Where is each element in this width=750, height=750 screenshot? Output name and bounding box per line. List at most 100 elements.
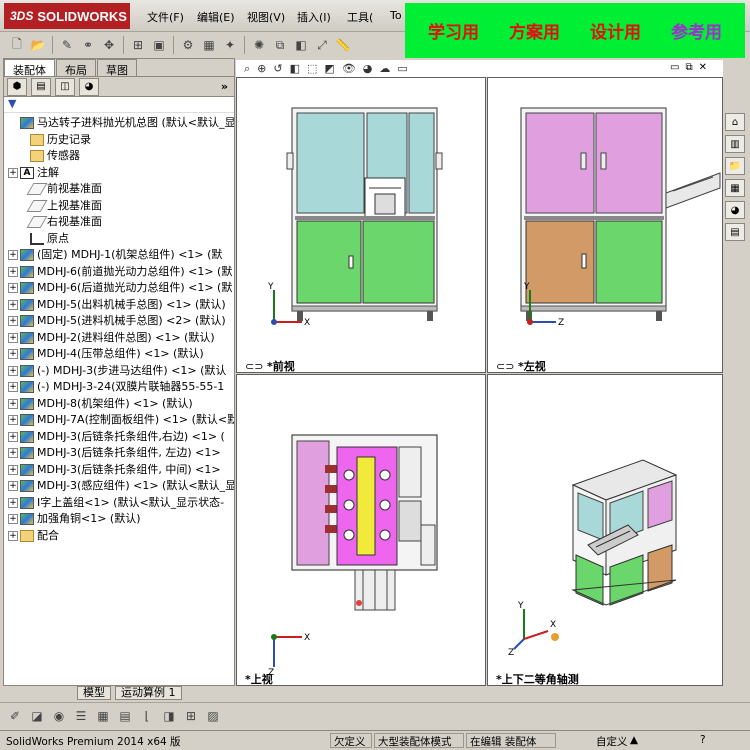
solidworks-logo[interactable]: 3DS SOLIDWORKS [4,3,130,29]
expand-toggle-icon[interactable]: + [8,266,18,277]
expand-toggle-icon[interactable]: + [8,349,18,360]
tree-item[interactable]: + A 注解 [4,165,234,182]
custom-properties-icon[interactable]: ▤ [725,223,745,241]
previous-view-icon[interactable]: ↺ [273,62,282,75]
new-document-icon[interactable]: 🗋 [8,36,26,54]
tree-item[interactable]: 右视基准面 [4,214,234,231]
open-folder-icon[interactable]: 📂 [29,36,47,54]
minimize-icon[interactable]: ▭ [670,62,679,73]
tree-item[interactable]: + I字上盖组<1> (默认<默认_显示状态- [4,495,234,512]
viewport-top[interactable]: X Z *上视 [236,374,486,686]
tab-sketch[interactable]: 草图 [97,59,137,77]
expand-toggle-icon[interactable]: + [8,283,18,294]
design-library-icon[interactable]: ▥ [725,135,745,153]
tree-item[interactable]: + MDHJ-6(后道抛光动力总组件) <1> (默 [4,280,234,297]
shaded-icon[interactable]: ◨ [160,707,178,725]
tree-item[interactable]: + MDHJ-3(感应组件) <1> (默认<默认_显 [4,478,234,495]
tree-item[interactable]: + MDHJ-3(后链条托条组件,右边) <1> ( [4,429,234,446]
tree-item[interactable]: 前视基准面 [4,181,234,198]
expand-toggle-icon[interactable]: + [8,448,18,459]
viewport-isometric[interactable]: Y X Z *上下二等角轴测 [487,374,723,686]
expand-toggle-icon[interactable]: + [8,497,18,508]
insert-component-icon[interactable]: ⊞ [129,36,147,54]
menu-toolbox[interactable]: To [390,9,402,22]
menu-file[interactable]: 文件(F) [147,9,184,25]
solidworks-resources-icon[interactable]: ⌂ [725,113,745,131]
sketch-icon[interactable]: ⌊ [138,707,156,725]
view-orientation-icon[interactable]: ⬚ [307,62,317,75]
tab-assembly[interactable]: 装配体 [4,59,55,77]
collapse-panel-icon[interactable]: » [221,80,228,93]
tree-item[interactable]: 传感器 [4,148,234,165]
tree-item[interactable]: + MDHJ-4(压带总组件) <1> (默认) [4,346,234,363]
display-icon[interactable]: ◪ [28,707,46,725]
hide-show-items-icon[interactable]: 👁 [342,62,356,75]
assembly-features-icon[interactable]: ▦ [200,36,218,54]
expand-toggle-icon[interactable]: + [8,481,18,492]
tree-item[interactable]: + (-) MDHJ-3-24(双膜片联轴器55-55-1 [4,379,234,396]
menu-view[interactable]: 视图(V) [247,9,285,25]
smart-fastener-icon[interactable]: ⚙ [179,36,197,54]
close-icon[interactable]: ✕ [699,62,707,73]
expand-toggle-icon[interactable]: + [8,167,18,178]
tree-item[interactable]: + (-) MDHJ-3(步进马达组件) <1> (默认 [4,363,234,380]
expand-toggle-icon[interactable]: + [8,332,18,343]
tab-motion-study[interactable]: 运动算例 1 [115,686,182,700]
expand-toggle-icon[interactable]: + [8,530,18,541]
move-component-icon[interactable]: ✥ [100,36,118,54]
pencil-icon[interactable]: ✎ [58,36,76,54]
tree-item[interactable]: + MDHJ-5(进料机械手总图) <2> (默认) [4,313,234,330]
grid-icon[interactable]: ▦ [94,707,112,725]
mate-icon[interactable]: ⚭ [79,36,97,54]
render-icon[interactable]: ▨ [204,707,222,725]
tree-item[interactable]: 上视基准面 [4,198,234,215]
properties-icon[interactable]: ▤ [116,707,134,725]
tree-item[interactable]: + (固定) MDHJ-1(机架总组件) <1> (默 [4,247,234,264]
instant3d-icon[interactable]: ⤢ [313,36,331,54]
tree-item[interactable]: 原点 [4,231,234,248]
interference-icon[interactable]: ⧉ [271,36,289,54]
tree-item[interactable]: + 配合 [4,528,234,545]
edit-appearance-icon[interactable]: ◕ [363,62,373,75]
menu-tools[interactable]: 工具( [347,9,373,25]
expand-toggle-icon[interactable]: + [8,464,18,475]
expand-toggle-icon[interactable]: + [8,514,18,525]
explode-view-icon[interactable]: ✺ [250,36,268,54]
tree-item[interactable]: + MDHJ-7A(控制面板组件) <1> (默认<默 [4,412,234,429]
edit-sketch-icon[interactable]: ✐ [6,707,24,725]
feature-manager-icon[interactable]: ⬢ [7,77,27,96]
display-manager-icon[interactable]: ◕ [79,77,99,96]
expand-toggle-icon[interactable]: + [8,299,18,310]
table-icon[interactable]: ⊞ [182,707,200,725]
units-dropdown-icon[interactable]: ▲ [630,734,638,746]
expand-toggle-icon[interactable]: + [8,382,18,393]
view-orientation-icon[interactable]: ▣ [150,36,168,54]
property-manager-icon[interactable]: ▤ [31,77,51,96]
view-palette-icon[interactable]: ▦ [725,179,745,197]
expand-toggle-icon[interactable]: + [8,250,18,261]
help-icon[interactable]: ? [700,734,706,746]
expand-toggle-icon[interactable]: + [8,316,18,327]
filter-icon[interactable]: ▼ [8,97,16,110]
expand-toggle-icon[interactable]: + [8,431,18,442]
tree-item[interactable]: + MDHJ-3(后链条托条组件, 左边) <1> [4,445,234,462]
tree-item[interactable]: + MDHJ-8(机架组件) <1> (默认) [4,396,234,413]
tree-item[interactable]: + MDHJ-3(后链条托条组件, 中间) <1> [4,462,234,479]
tree-item[interactable]: + 加强角铜<1> (默认) [4,511,234,528]
viewport-left[interactable]: Y Z ⊂⊃ *左视 [487,77,723,373]
tree-item[interactable]: 马达转子进料抛光机总图 (默认<默认_显 [4,115,234,132]
expand-toggle-icon[interactable]: + [8,398,18,409]
tab-model[interactable]: 模型 [77,686,111,700]
configuration-manager-icon[interactable]: ◫ [55,77,75,96]
expand-toggle-icon[interactable]: + [8,415,18,426]
zoom-area-icon[interactable]: ⊕ [257,62,266,75]
menu-insert[interactable]: 插入(I) [297,9,331,25]
section-view-icon[interactable]: ◧ [292,36,310,54]
tree-item[interactable]: + MDHJ-2(进料组件总图) <1> (默认) [4,330,234,347]
status-custom-units[interactable]: 自定义 [596,734,628,749]
lines-icon[interactable]: ☰ [72,707,90,725]
measure-icon[interactable]: 📏 [334,36,352,54]
tree-item[interactable]: 历史记录 [4,132,234,149]
palette-icon[interactable]: ◉ [50,707,68,725]
tab-layout[interactable]: 布局 [56,59,96,77]
